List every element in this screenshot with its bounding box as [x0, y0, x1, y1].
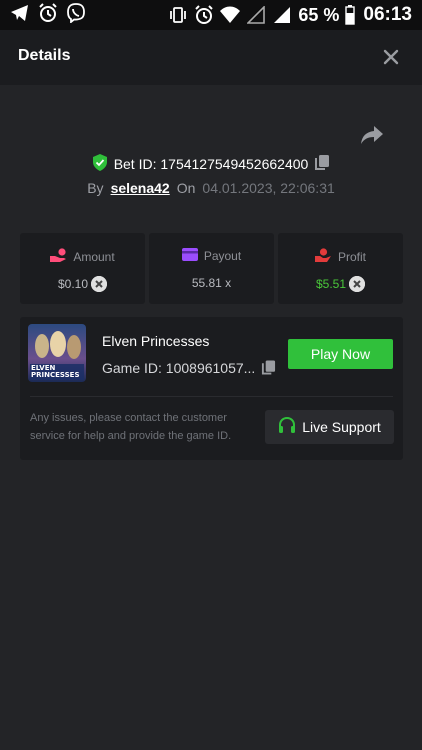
shield-check-icon: [92, 154, 108, 174]
details-header: Details: [0, 30, 422, 85]
hand-coin-icon: [50, 248, 67, 265]
by-label: By: [87, 180, 104, 196]
viber-icon: [66, 3, 86, 23]
bet-id: Bet ID: 1754127549452662400: [113, 156, 309, 172]
divider: [30, 396, 393, 397]
stat-value: $0.10: [57, 277, 89, 291]
live-support-button[interactable]: Live Support: [265, 410, 394, 444]
copy-icon: [315, 155, 330, 170]
stat-value: $5.51: [315, 277, 347, 291]
clock: 06:13: [363, 4, 412, 25]
stat-profit: Profit $5.51: [278, 233, 403, 304]
status-bar: 65 % 06:13: [0, 0, 422, 30]
play-now-button[interactable]: Play Now: [288, 339, 393, 369]
copy-bet-id-button[interactable]: [314, 154, 330, 174]
copy-game-id-button[interactable]: [261, 359, 276, 381]
stat-label: Profit: [337, 249, 366, 264]
live-support-label: Live Support: [302, 419, 381, 435]
alarm-icon: [194, 5, 214, 25]
telegram-icon: [10, 3, 30, 23]
bet-meta-row: By selena42 On 04.01.2023, 22:06:31: [0, 180, 422, 196]
headset-icon: [278, 416, 296, 437]
battery-icon: [345, 5, 356, 25]
game-card: ELVEN PRINCESSES Elven Princesses Game I…: [20, 317, 403, 460]
game-name: Elven Princesses: [102, 333, 210, 349]
game-thumbnail[interactable]: ELVEN PRINCESSES: [28, 324, 86, 382]
signal-empty-icon: [246, 5, 266, 25]
username-link[interactable]: selena42: [111, 180, 170, 196]
stat-amount: Amount $0.10: [20, 233, 145, 304]
close-icon: [383, 49, 399, 65]
on-label: On: [176, 180, 196, 196]
close-button[interactable]: [380, 46, 402, 68]
bet-date: 04.01.2023, 22:06:31: [202, 180, 335, 196]
currency-coin-icon: [349, 276, 366, 292]
battery-percent: 65 %: [298, 4, 340, 25]
bet-stats: Amount $0.10 Payout 55.81 x Profit $5.51: [20, 233, 403, 304]
wifi-icon: [220, 5, 241, 25]
stat-payout: Payout 55.81 x: [149, 233, 274, 304]
stat-label: Amount: [73, 249, 115, 264]
copy-icon: [261, 360, 276, 375]
share-icon: [361, 126, 383, 144]
alarm-icon: [38, 3, 58, 23]
stat-label: Payout: [203, 249, 242, 263]
currency-coin-icon: [91, 276, 108, 292]
support-notice: Any issues, please contact the customer …: [30, 412, 232, 442]
wallet-icon: [181, 248, 198, 264]
share-button[interactable]: [360, 124, 384, 146]
vibrate-icon: [168, 5, 188, 25]
stat-value: 55.81 x: [191, 276, 232, 290]
bet-id-row: Bet ID: 1754127549452662400: [0, 154, 422, 174]
page-title: Details: [18, 47, 71, 64]
game-id: Game ID: 1008961057...: [102, 360, 256, 376]
profit-hand-icon: [314, 248, 332, 265]
signal-icon: [272, 5, 292, 25]
thumb-title-line-2: PRINCESSES: [31, 371, 80, 379]
